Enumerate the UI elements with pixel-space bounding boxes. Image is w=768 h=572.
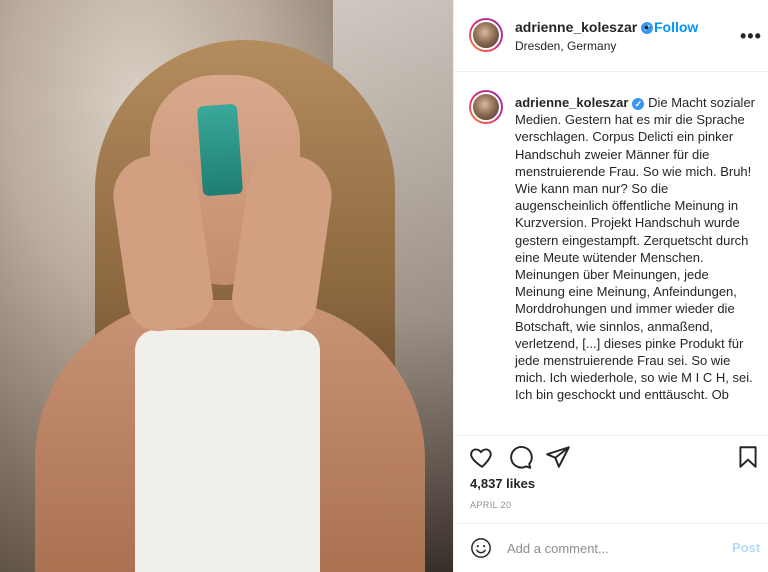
comment-input[interactable] <box>507 537 722 559</box>
photo-clothespin <box>196 103 244 197</box>
separator-dot: • <box>644 19 649 35</box>
caption-body: Die Macht sozialer Medien. Gestern hat e… <box>515 95 756 403</box>
follow-button[interactable]: Follow <box>654 19 698 35</box>
heart-icon[interactable] <box>469 444 495 470</box>
caption-avatar[interactable] <box>469 90 503 124</box>
comment-bar: Post <box>454 523 768 572</box>
verified-badge-icon: ✓ <box>632 97 645 110</box>
post-date[interactable]: APRIL 20 <box>470 500 511 510</box>
caption-username[interactable]: adrienne_koleszar <box>515 95 628 110</box>
paper-plane-icon[interactable] <box>545 444 571 470</box>
caption-area: adrienne_koleszar ✓ Die Macht sozialer Me… <box>454 72 768 436</box>
bookmark-icon[interactable] <box>735 444 761 470</box>
header-username[interactable]: adrienne_koleszar ✓ <box>515 19 654 35</box>
smiley-icon[interactable] <box>470 537 492 559</box>
caption-text: adrienne_koleszar ✓ Die Macht sozialer Me… <box>515 94 760 404</box>
location-link[interactable]: Dresden, Germany <box>515 39 616 53</box>
photo-tank-top <box>135 330 320 572</box>
avatar[interactable] <box>469 18 503 52</box>
post-comment-button[interactable]: Post <box>732 540 760 555</box>
post-photo[interactable] <box>0 0 453 572</box>
more-options-icon[interactable]: ••• <box>740 26 762 47</box>
comment-icon[interactable] <box>507 444 533 470</box>
post-side-panel: adrienne_koleszar ✓ • Follow Dresden, Ger… <box>453 0 768 572</box>
post-header: adrienne_koleszar ✓ • Follow Dresden, Ger… <box>454 0 768 72</box>
likes-count[interactable]: 4,837 likes <box>470 476 535 491</box>
